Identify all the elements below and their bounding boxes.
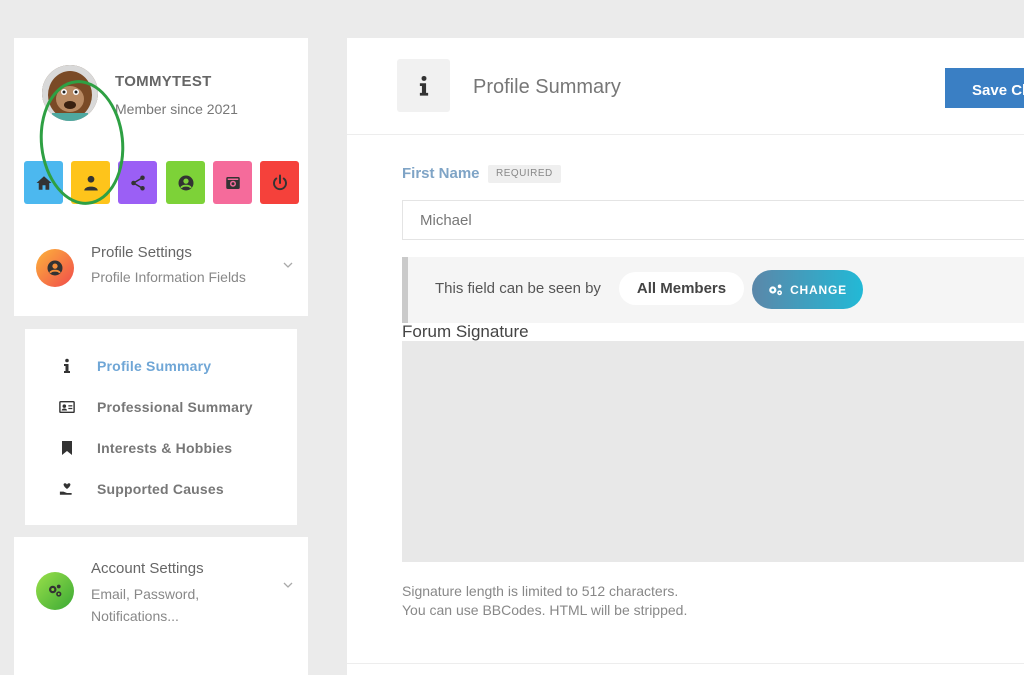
info-icon bbox=[58, 357, 76, 375]
profile-settings-icon bbox=[36, 249, 74, 287]
hand-heart-icon bbox=[58, 480, 76, 498]
member-since: Member since 2021 bbox=[115, 101, 238, 117]
visibility-audience: All Members bbox=[619, 272, 744, 305]
gears-icon bbox=[769, 284, 783, 295]
submenu-item-professional-summary[interactable]: Professional Summary bbox=[25, 392, 297, 422]
info-icon bbox=[397, 59, 450, 112]
nav-tile-row bbox=[14, 148, 308, 216]
home-icon bbox=[36, 175, 51, 190]
account-settings-icon bbox=[36, 572, 74, 610]
account-settings-subtitle: Email, Password, Notifications... bbox=[91, 586, 200, 624]
page-title: Profile Summary bbox=[473, 76, 621, 98]
submenu-item-profile-summary[interactable]: Profile Summary bbox=[25, 351, 297, 381]
gears-icon bbox=[49, 584, 62, 597]
id-card-icon bbox=[58, 398, 76, 416]
signature-hint-length: Signature length is limited to 512 chara… bbox=[402, 583, 679, 599]
account-settings-section[interactable]: Account Settings Email, Password, Notifi… bbox=[14, 537, 308, 675]
submenu-item-supported-causes[interactable]: Supported Causes bbox=[25, 474, 297, 504]
signature-hint-bbcode: You can use BBCodes. HTML will be stripp… bbox=[402, 602, 688, 618]
submenu-label: Profile Summary bbox=[97, 358, 212, 374]
share-icon bbox=[130, 175, 145, 190]
profile-settings-subtitle: Profile Information Fields bbox=[91, 269, 246, 285]
user-card: TOMMYTEST Member since 2021 bbox=[14, 38, 308, 148]
account-settings-title: Account Settings bbox=[91, 560, 204, 577]
profile-submenu-wrapper: Profile Summary Professional Summary Int… bbox=[14, 316, 308, 537]
save-changes-button[interactable]: Save Ch bbox=[945, 68, 1024, 108]
submenu-label: Supported Causes bbox=[97, 481, 224, 497]
divider bbox=[347, 663, 1024, 664]
submenu-item-interests-hobbies[interactable]: Interests & Hobbies bbox=[25, 433, 297, 463]
change-visibility-button[interactable]: CHANGE bbox=[752, 270, 863, 309]
nav-tile-account[interactable] bbox=[166, 161, 205, 204]
profile-settings-title: Profile Settings bbox=[91, 244, 192, 261]
chevron-down-icon[interactable] bbox=[282, 259, 294, 271]
required-badge: REQUIRED bbox=[488, 165, 561, 183]
submenu-label: Interests & Hobbies bbox=[97, 440, 233, 456]
chevron-down-icon[interactable] bbox=[282, 579, 294, 591]
user-icon bbox=[83, 175, 98, 190]
first-name-label: First Name bbox=[402, 165, 480, 182]
forum-signature-label: Forum Signature bbox=[402, 322, 529, 341]
power-icon bbox=[272, 174, 287, 190]
first-name-input[interactable] bbox=[402, 200, 1024, 240]
main-panel: Profile Summary Save Ch First Name REQUI… bbox=[347, 38, 1024, 675]
change-label: CHANGE bbox=[790, 282, 847, 297]
nav-tile-logout[interactable] bbox=[260, 161, 299, 204]
avatar[interactable] bbox=[42, 65, 98, 121]
profile-submenu: Profile Summary Professional Summary Int… bbox=[25, 329, 297, 525]
bookmark-icon bbox=[58, 439, 76, 457]
user-circle-icon bbox=[178, 175, 193, 190]
field-visibility-bar: This field can be seen by All Members CH… bbox=[402, 257, 1024, 323]
profile-settings-section[interactable]: Profile Settings Profile Information Fie… bbox=[14, 216, 308, 316]
sidebar: TOMMYTEST Member since 2021 Profile Sett… bbox=[14, 38, 308, 675]
submenu-label: Professional Summary bbox=[97, 399, 253, 415]
camera-icon bbox=[225, 176, 240, 189]
visibility-text: This field can be seen by bbox=[435, 280, 601, 297]
nav-tile-share[interactable] bbox=[118, 161, 157, 204]
nav-tile-home[interactable] bbox=[24, 161, 63, 204]
user-circle-icon bbox=[47, 260, 63, 276]
forum-signature-textarea[interactable] bbox=[402, 341, 1024, 562]
nav-tile-profile[interactable] bbox=[71, 161, 110, 204]
main-header: Profile Summary Save Ch bbox=[347, 38, 1024, 135]
nav-tile-photos[interactable] bbox=[213, 161, 252, 204]
username: TOMMYTEST bbox=[115, 73, 212, 90]
